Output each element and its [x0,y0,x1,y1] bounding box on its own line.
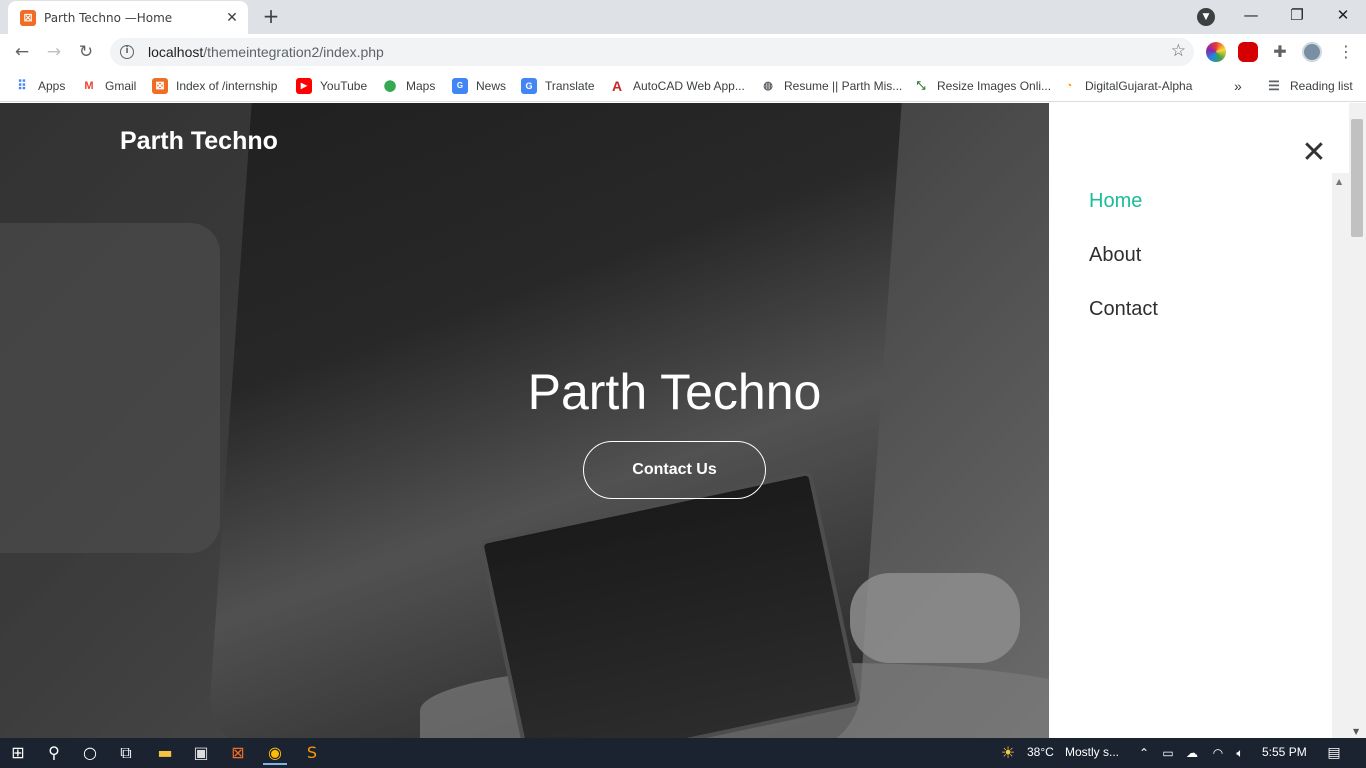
bookmark-resume[interactable]: ◍ Resume || Parth Mis... [760,76,902,96]
bookmark-apps[interactable]: ⠿ Apps [14,76,65,96]
battery-icon[interactable]: ▭ [1156,741,1180,765]
notifications-icon[interactable]: ▤ [1322,741,1346,765]
weather-temperature[interactable]: 38°C [1027,745,1054,759]
xampp-favicon-icon: ⊠ [20,9,36,26]
volume-icon[interactable]: 🔈︎ [1228,741,1252,765]
weather-description[interactable]: Mostly s... [1065,745,1119,759]
forward-arrow-icon[interactable]: → [42,40,66,64]
autocad-icon: A [611,78,623,94]
site-info-icon[interactable]: i [120,45,134,59]
bookmark-digitalgujarat[interactable]: ◔ DigitalGujarat-Alpha [1061,76,1193,96]
window-controls: — ❐ ✕ [1228,0,1366,34]
file-explorer-icon[interactable]: ▬ [153,741,177,765]
close-menu-icon[interactable]: ✕ [1301,138,1327,168]
site-brand[interactable]: Parth Techno [120,127,278,156]
bookmark-autocad[interactable]: A AutoCAD Web App... [609,76,745,96]
sidenav-scrollbar[interactable]: ▲ [1332,173,1349,738]
reading-list-button[interactable]: ☰ Reading list [1266,76,1353,96]
xampp-taskbar-icon[interactable]: ⊠ [226,741,250,765]
tab-title: Parth Techno —Home [44,10,173,25]
browser-tab[interactable]: ⊠ Parth Techno —Home ✕ [8,1,248,34]
scroll-down-icon[interactable]: ▼ [1353,727,1359,736]
reading-list-icon: ☰ [1268,78,1280,93]
contact-us-button[interactable]: Contact Us [583,441,766,499]
hero-section: Parth Techno Parth Techno Contact Us [0,103,1049,738]
maps-icon: ⬤ [383,80,397,92]
gmail-icon: M [84,80,94,92]
tab-close-icon[interactable]: ✕ [224,10,240,26]
search-icon[interactable]: ⚲ [42,741,66,765]
scrollbar-thumb[interactable] [1351,119,1363,237]
apps-grid-icon: ⠿ [17,78,27,93]
window-close-button[interactable]: ✕ [1320,0,1366,32]
store-icon[interactable]: ▣ [189,741,213,765]
translate-icon: G [521,78,537,94]
nav-item-home[interactable]: Home [1089,190,1142,213]
nav-item-about[interactable]: About [1089,244,1141,267]
bookmark-gmail[interactable]: M Gmail [81,76,136,96]
clock-time[interactable]: 5:55 PM [1262,745,1307,759]
windows-start-icon[interactable]: ⊞ [6,741,30,765]
cortana-icon[interactable]: ○ [78,741,102,765]
tab-search-icon[interactable]: ▼ [1197,8,1215,26]
bookmark-maps[interactable]: ⬤ Maps [382,76,436,96]
digitalgujarat-icon: ◔ [1065,80,1073,92]
chrome-taskbar-icon[interactable]: ◉ [263,741,287,765]
more-bookmarks-icon[interactable]: » [1234,76,1242,96]
bookmark-youtube[interactable]: ▶ YouTube [296,76,367,96]
page-scrollbar[interactable]: ▼ [1349,103,1366,738]
new-tab-button[interactable]: + [259,5,283,29]
page-viewport: Parth Techno Parth Techno Contact Us ✕ H… [0,103,1366,738]
reload-icon[interactable]: ↻ [74,40,98,64]
resize-icon: ⤡ [916,80,926,92]
minimize-button[interactable]: — [1228,0,1274,32]
url-text[interactable]: localhost/themeintegration2/index.php [148,44,384,60]
restore-button[interactable]: ❐ [1274,0,1320,32]
wifi-icon[interactable]: ◠ [1206,741,1230,765]
windows-taskbar: ⊞ ⚲ ○ ⧉ ▬ ▣ ⊠ ◉ S ☀ 38°C Mostly s... ⌃ ▭… [0,738,1366,768]
bookmark-resize-images[interactable]: ⤡ Resize Images Onli... [913,76,1051,96]
task-view-icon[interactable]: ⧉ [114,741,138,765]
youtube-icon: ▶ [296,78,312,94]
xampp-icon: ⊠ [152,78,168,94]
bookmark-star-icon[interactable]: ☆ [1171,41,1186,61]
bookmark-index-internship[interactable]: ⊠ Index of /internship [152,76,277,96]
nav-item-contact[interactable]: Contact [1089,298,1158,321]
sublime-text-icon[interactable]: S [300,741,324,765]
weather-icon[interactable]: ☀ [996,741,1020,765]
address-bar[interactable]: i localhost/themeintegration2/index.php … [110,38,1194,66]
show-hidden-icons-icon[interactable]: ⌃ [1132,741,1156,765]
onedrive-icon[interactable]: ☁ [1180,741,1204,765]
color-picker-extension-icon[interactable] [1206,42,1226,62]
bookmarks-bar: ⠿ Apps M Gmail ⊠ Index of /internship ▶ YouT… [0,70,1366,102]
tab-strip: ⊠ Parth Techno —Home ✕ + ▼ — ❐ ✕ [0,0,1366,34]
profile-avatar[interactable] [1302,42,1322,62]
scroll-up-icon[interactable]: ▲ [1336,177,1342,186]
bookmark-translate[interactable]: G Translate [521,76,595,96]
bookmark-news[interactable]: G News [452,76,506,96]
hero-headline: Parth Techno [527,364,822,420]
adblock-extension-icon[interactable] [1238,42,1258,62]
browser-toolbar: ← → ↻ i localhost/themeintegration2/inde… [0,34,1366,70]
side-navigation: ✕ Home About Contact [1049,103,1333,738]
news-icon: G [452,78,468,94]
back-arrow-icon[interactable]: ← [10,40,34,64]
globe-icon: ◍ [763,80,773,92]
chrome-menu-icon[interactable]: ⋮ [1338,41,1354,63]
extensions-puzzle-icon[interactable]: ✚ [1270,42,1290,62]
